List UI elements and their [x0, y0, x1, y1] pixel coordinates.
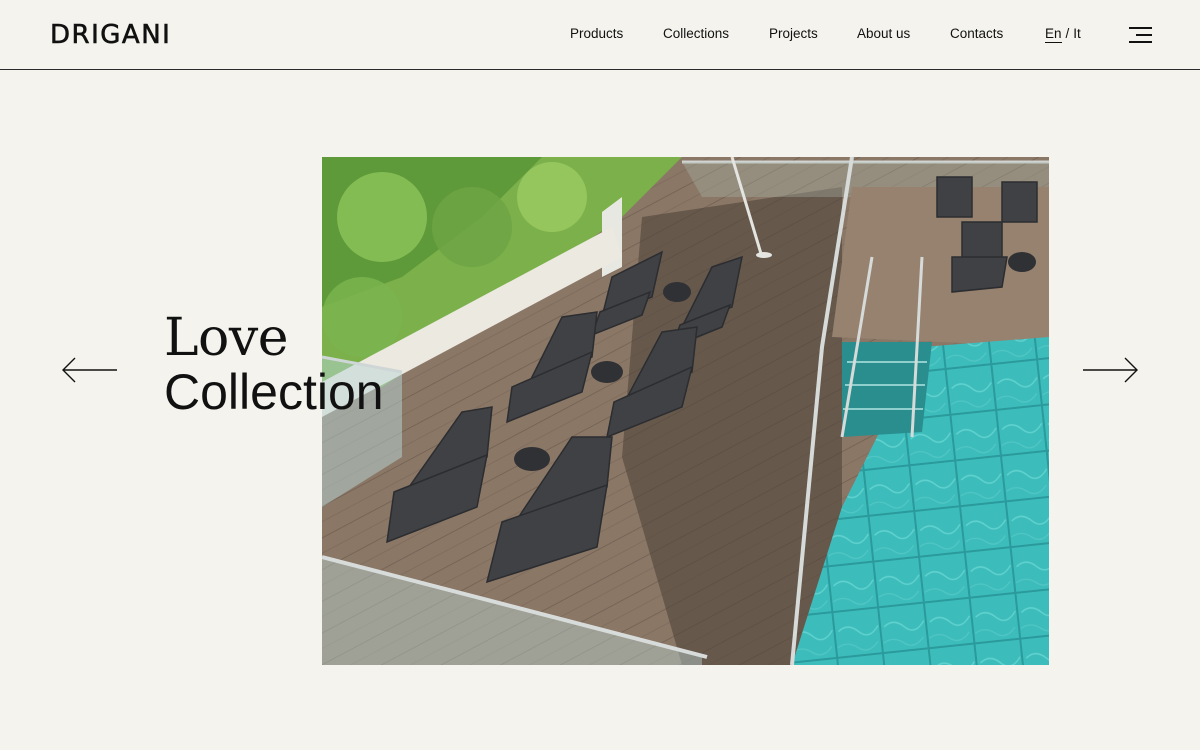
language-en[interactable]: En [1045, 26, 1062, 43]
pool-terrace-illustration [322, 157, 1049, 665]
site-header: DRIGANI Products Collections Projects Ab… [0, 0, 1200, 70]
arrow-right-glyph [1083, 357, 1138, 383]
language-separator: / [1065, 26, 1070, 41]
nav-item-projects[interactable]: Projects [769, 26, 818, 41]
nav-item-about-us[interactable]: About us [857, 26, 910, 41]
hero-title: Love Collection [164, 310, 384, 418]
nav-item-collections[interactable]: Collections [663, 26, 729, 41]
nav-item-contacts[interactable]: Contacts [950, 26, 1003, 41]
menu-line-bottom [1129, 41, 1152, 43]
main-nav: Products Collections Projects About us C… [0, 26, 1200, 46]
hamburger-menu-icon[interactable] [1126, 26, 1152, 44]
language-switcher: En / It [1045, 26, 1081, 43]
arrow-left-glyph [62, 357, 117, 383]
arrow-right-icon[interactable] [1081, 356, 1139, 384]
hero-title-line-2: Collection [164, 364, 384, 420]
menu-line-top [1129, 27, 1152, 29]
language-it[interactable]: It [1073, 26, 1081, 41]
hero-title-line-1: Love [164, 308, 288, 368]
hero-image [322, 157, 1049, 665]
nav-item-products[interactable]: Products [570, 26, 623, 41]
arrow-left-icon[interactable] [61, 356, 119, 384]
menu-line-middle [1136, 34, 1152, 36]
